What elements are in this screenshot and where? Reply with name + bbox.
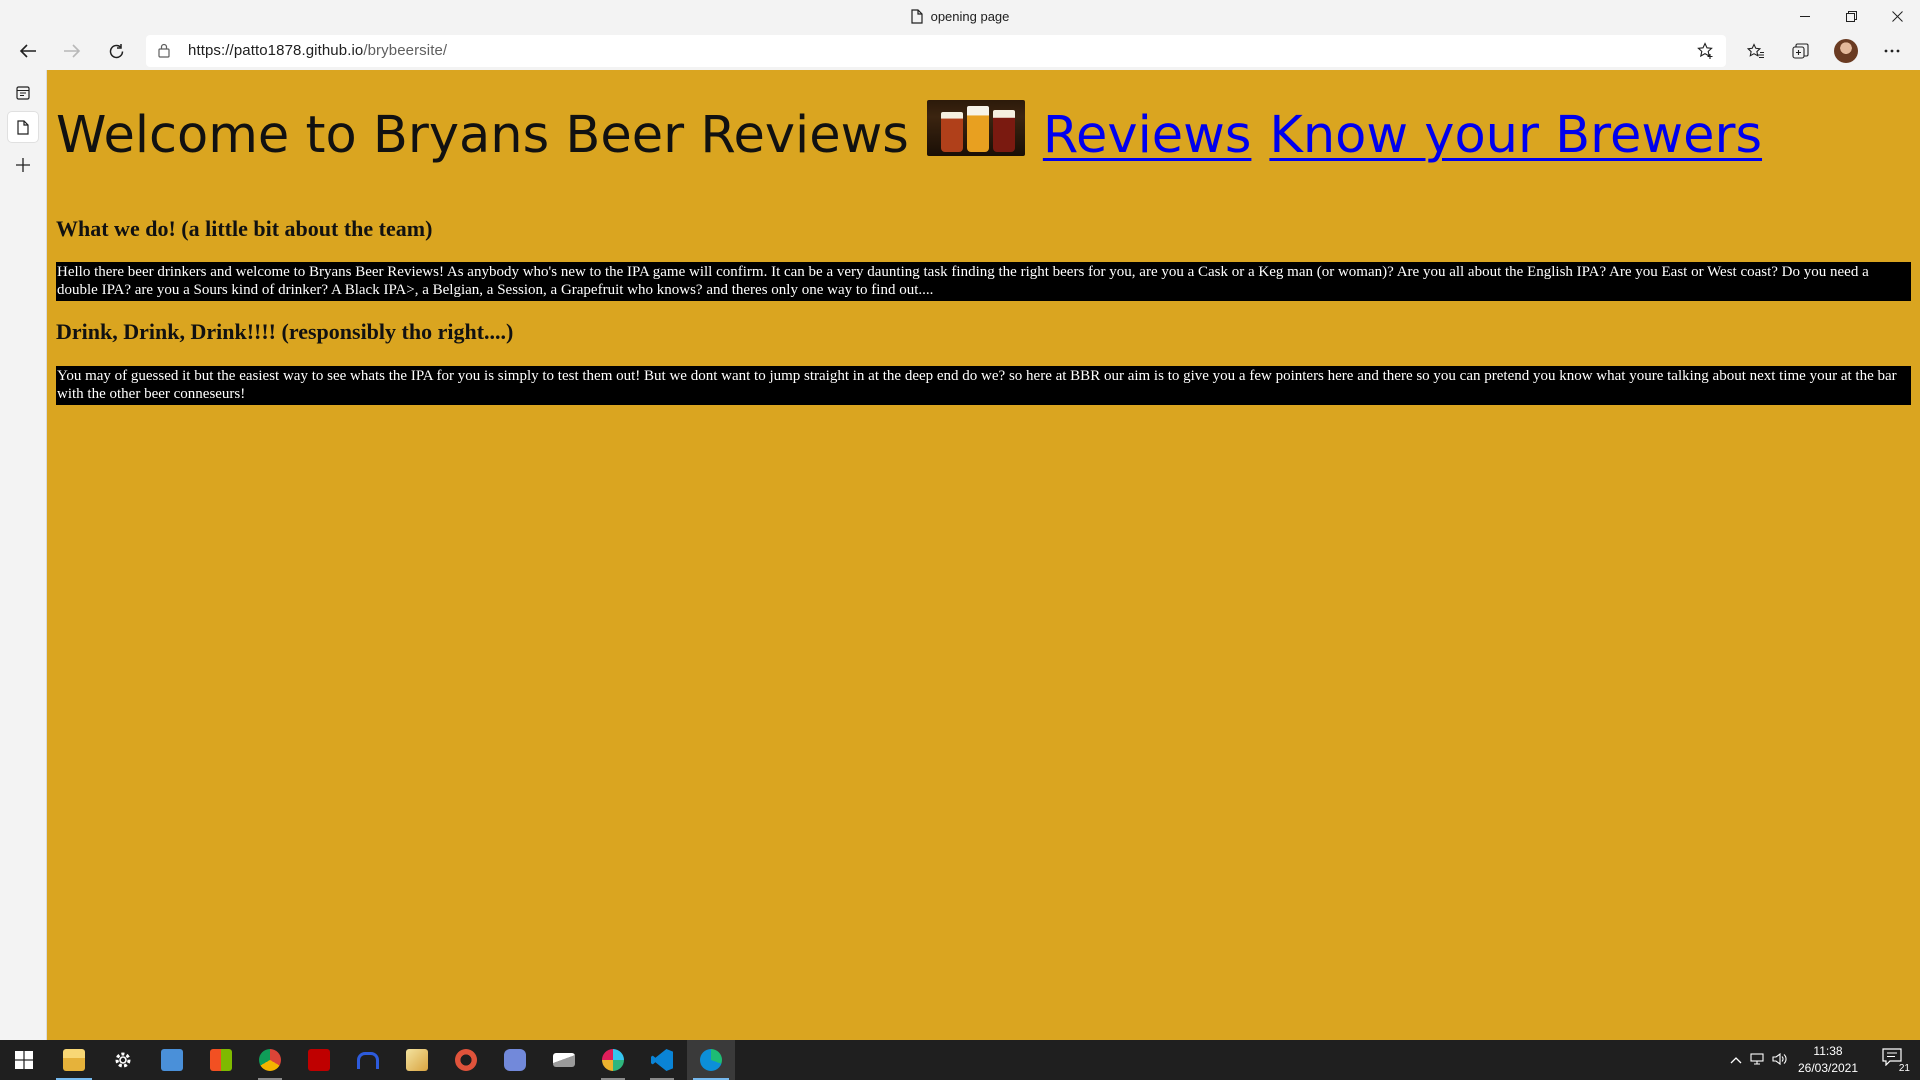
taskbar-settings[interactable]: [99, 1040, 147, 1080]
close-icon: [1891, 10, 1903, 22]
section-heading-drink: Drink, Drink, Drink!!!! (responsibly tho…: [56, 319, 514, 344]
page-content: Welcome to Bryans Beer Reviews Reviews K…: [56, 70, 1911, 405]
taskbar-clock[interactable]: 11:38 26/03/2021: [1788, 1043, 1868, 1077]
address-bar[interactable]: https://patto1878.github.io/brybeersite/: [146, 35, 1726, 67]
notification-count: 21: [1898, 1063, 1910, 1074]
browser-toolbar: https://patto1878.github.io/brybeersite/: [0, 32, 1920, 70]
beer-glasses-image: [926, 100, 1025, 156]
taskbar-chrome[interactable]: [246, 1040, 294, 1080]
url-path: /brybeersite/: [363, 42, 448, 59]
clock-time: 11:38: [1813, 1044, 1843, 1058]
taskbar-discord[interactable]: [491, 1040, 539, 1080]
taskbar-slack[interactable]: [589, 1040, 637, 1080]
section-paragraph-intro: Hello there beer drinkers and welcome to…: [56, 262, 1911, 301]
close-button[interactable]: [1874, 0, 1920, 32]
favorites-icon: [1747, 42, 1764, 58]
nav-link-reviews[interactable]: Reviews: [1043, 100, 1252, 172]
chrome-icon: [259, 1049, 281, 1071]
tray-expand-button[interactable]: [1726, 1053, 1746, 1067]
window-controls: [1782, 0, 1920, 32]
page-viewport: Welcome to Bryans Beer Reviews Reviews K…: [47, 70, 1920, 1040]
beer-glass: [966, 106, 989, 152]
lock-icon[interactable]: [158, 43, 170, 63]
url-domain: https://patto1878.github.io: [188, 42, 364, 59]
folder-icon: [63, 1049, 85, 1071]
ccleaner-icon: [455, 1049, 477, 1071]
chevron-up-icon: [1730, 1057, 1742, 1064]
forward-arrow-icon: [64, 44, 81, 58]
edge-icon: [700, 1049, 722, 1071]
news-icon: [161, 1049, 183, 1071]
refresh-icon: [109, 43, 123, 58]
vertical-tabs-strip: [0, 70, 47, 1040]
book-icon: [553, 1053, 575, 1067]
url-text[interactable]: https://patto1878.github.io/brybeersite/: [188, 35, 447, 67]
system-tray: [1726, 1040, 1790, 1080]
restore-button[interactable]: [1828, 0, 1874, 32]
taskbar-malwarebytes[interactable]: [344, 1040, 392, 1080]
page-title: Welcome to Bryans Beer Reviews: [56, 106, 909, 165]
minimize-icon: [1799, 15, 1810, 17]
taskbar-notes[interactable]: [393, 1040, 441, 1080]
collections-button[interactable]: [1784, 35, 1816, 67]
page-header: Welcome to Bryans Beer Reviews Reviews K…: [56, 100, 1911, 172]
minimize-button[interactable]: [1782, 0, 1828, 32]
plus-icon: [16, 158, 30, 172]
taskbar-news[interactable]: [148, 1040, 196, 1080]
nav-link-know-your-brewers[interactable]: Know your Brewers: [1269, 100, 1762, 172]
clock-date: 26/03/2021: [1797, 1061, 1859, 1075]
more-dots-icon: [1884, 49, 1900, 53]
malwarebytes-icon: [357, 1051, 379, 1069]
collections-icon: [1791, 42, 1809, 59]
section-paragraph-drink: You may of guessed it but the easiest wa…: [56, 366, 1911, 405]
forward-button[interactable]: [56, 35, 88, 67]
favorites-button[interactable]: [1740, 35, 1772, 67]
taskbar-filezilla[interactable]: [295, 1040, 343, 1080]
windows-logo-icon: [15, 1051, 33, 1069]
taskbar-app[interactable]: [540, 1040, 588, 1080]
taskbar-vscode[interactable]: [638, 1040, 686, 1080]
windows-taskbar: 11:38 26/03/2021 21: [0, 1040, 1920, 1080]
taskbar-ccleaner[interactable]: [442, 1040, 490, 1080]
tab-actions-button[interactable]: [8, 78, 38, 108]
title-bar: opening page: [0, 0, 1920, 32]
document-icon: [910, 8, 923, 24]
back-arrow-icon: [19, 44, 36, 58]
beer-glass: [992, 110, 1015, 152]
window-title: opening page: [0, 0, 1920, 32]
action-center-button[interactable]: 21: [1882, 1048, 1910, 1074]
network-icon[interactable]: [1746, 1052, 1768, 1068]
star-add-icon: [1697, 42, 1713, 59]
volume-icon[interactable]: [1768, 1052, 1790, 1068]
filezilla-icon: [308, 1049, 330, 1071]
document-icon: [17, 119, 29, 135]
new-tab-button[interactable]: [8, 150, 38, 180]
profile-avatar[interactable]: [1834, 39, 1858, 63]
notes-icon: [406, 1049, 428, 1071]
tab-actions-icon: [16, 86, 30, 100]
tab-title-text: opening page: [930, 8, 1010, 24]
tab-opening-page[interactable]: [8, 112, 38, 142]
slack-icon: [602, 1049, 624, 1071]
gear-icon: [115, 1052, 131, 1068]
taskbar-file-explorer[interactable]: [50, 1040, 98, 1080]
taskbar-edge[interactable]: [687, 1040, 735, 1080]
section-heading-what-we-do: What we do! (a little bit about the team…: [56, 216, 433, 241]
settings-menu-button[interactable]: [1876, 35, 1908, 67]
taskbar-store[interactable]: [197, 1040, 245, 1080]
restore-icon: [1845, 10, 1857, 22]
start-button[interactable]: [0, 1040, 48, 1080]
discord-icon: [504, 1049, 526, 1071]
back-button[interactable]: [12, 35, 44, 67]
beer-glass: [940, 112, 963, 152]
vscode-icon: [651, 1049, 673, 1071]
add-favorite-button[interactable]: [1690, 35, 1722, 67]
store-bag-icon: [210, 1049, 232, 1071]
refresh-button[interactable]: [100, 35, 132, 67]
